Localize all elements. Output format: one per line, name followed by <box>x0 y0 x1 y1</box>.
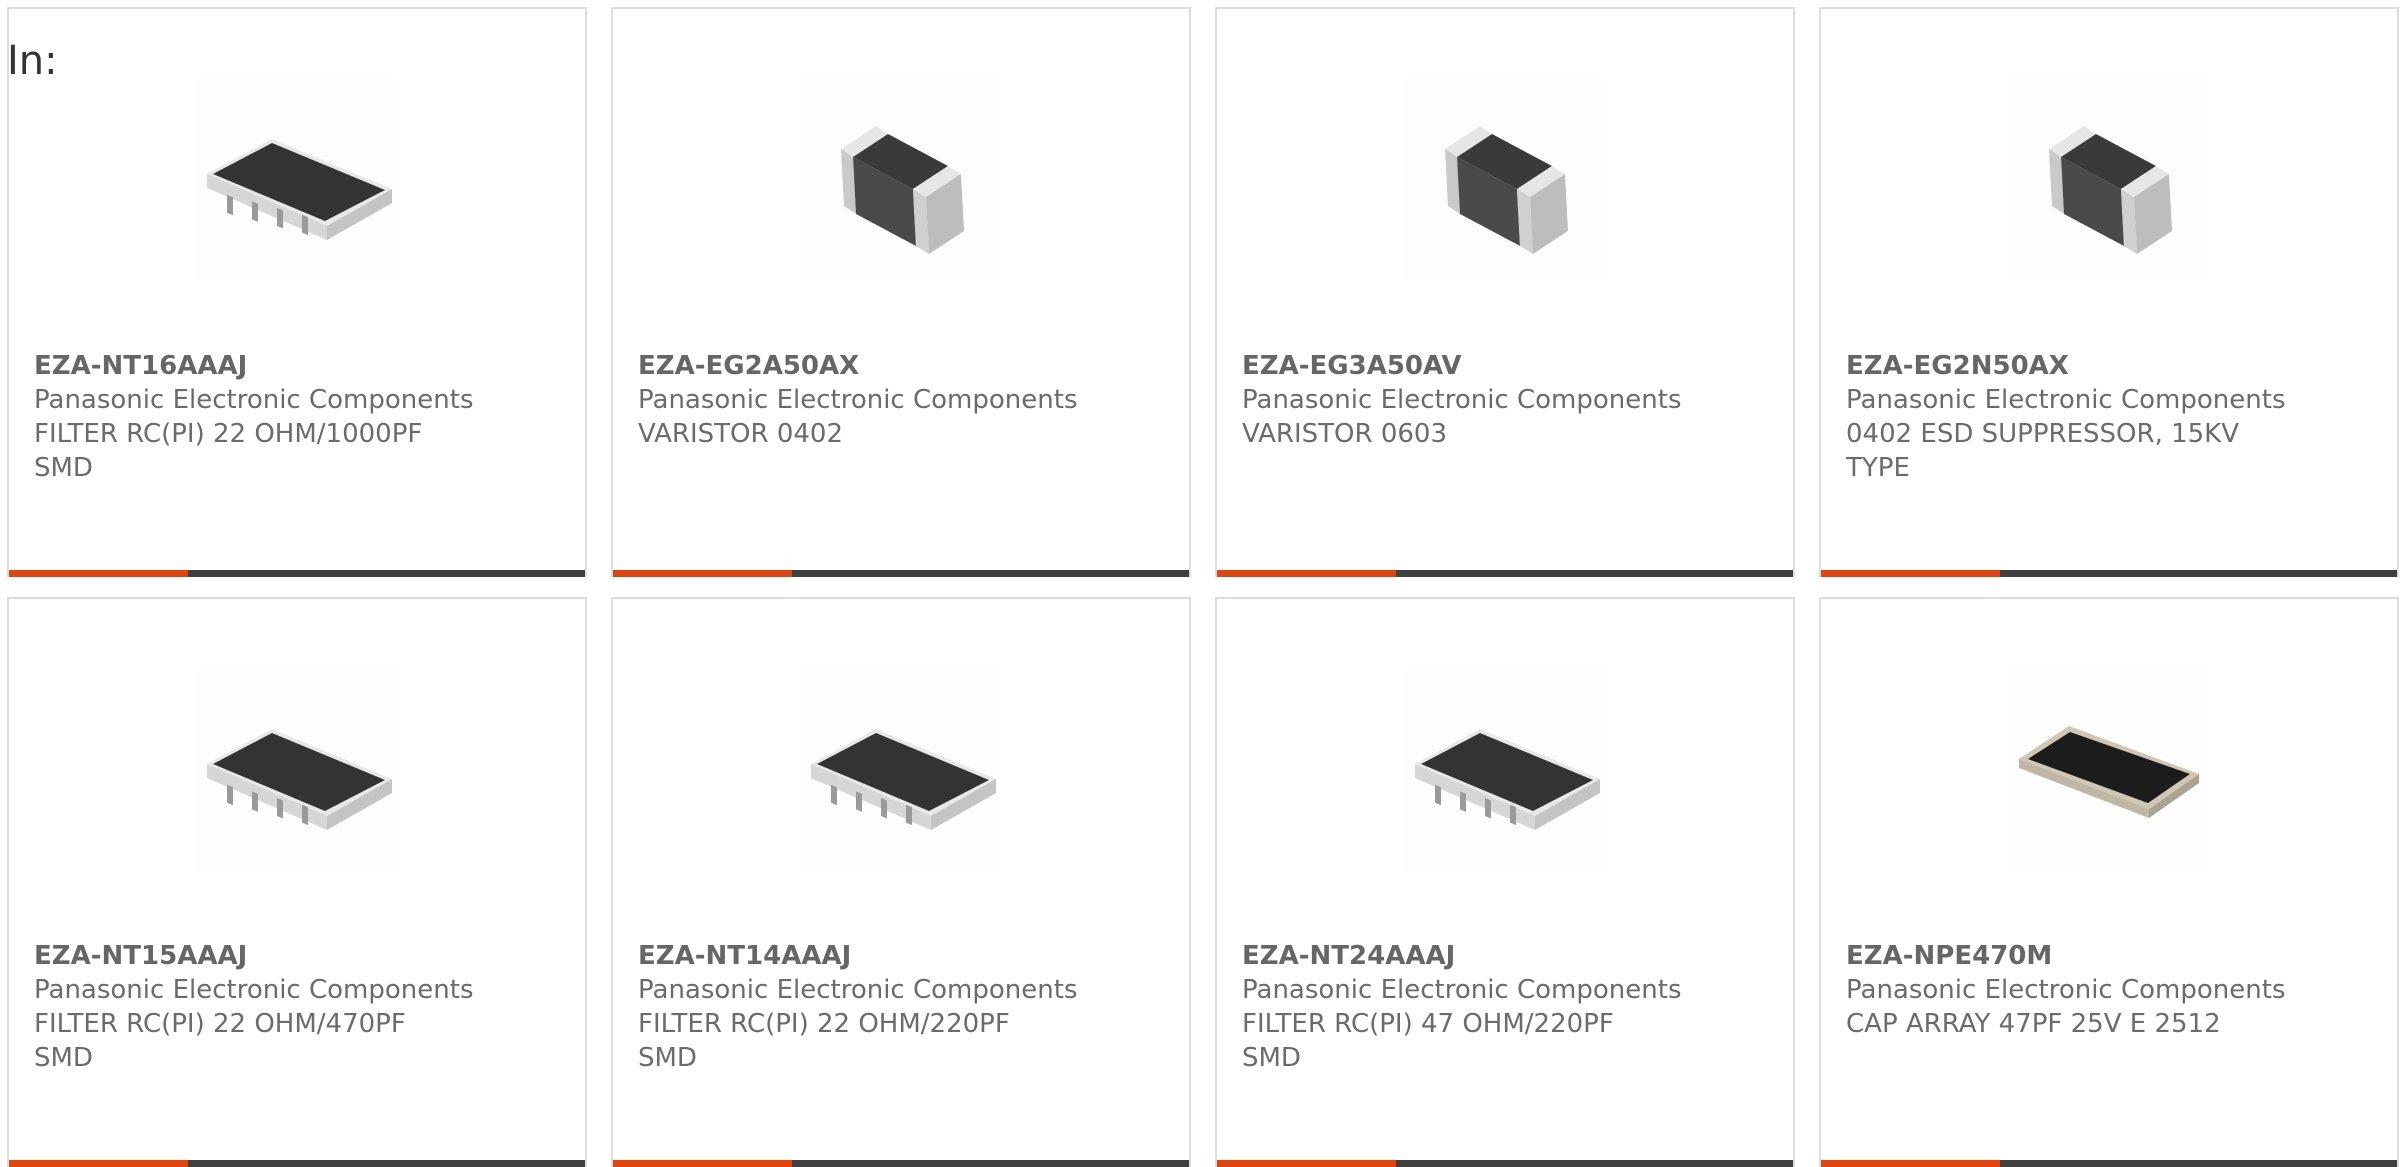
card-accent-bar <box>9 570 188 577</box>
page: In: EZA-NT16AAAJ Panasonic Electronic Co… <box>0 0 2400 1167</box>
product-image[interactable] <box>1405 669 1605 869</box>
product-card[interactable]: EZA-NPE470M Panasonic Electronic Compone… <box>1819 597 2399 1167</box>
description: FILTER RC(PI) 22 OHM/220PF SMD <box>638 1009 1010 1073</box>
part-number-link[interactable]: EZA-EG2N50AX <box>1846 349 2346 383</box>
product-info: EZA-EG2A50AX Panasonic Electronic Compon… <box>638 349 1138 451</box>
filter-label: In: <box>7 38 58 84</box>
description: FILTER RC(PI) 47 OHM/220PF SMD <box>1242 1009 1614 1073</box>
card-bottom-bar <box>1217 1160 1793 1167</box>
filter-array-chip-icon <box>197 704 397 834</box>
card-accent-bar <box>1217 570 1396 577</box>
card-bottom-bar <box>613 1160 1189 1167</box>
product-image[interactable] <box>801 79 1001 279</box>
chip-component-icon <box>1420 104 1590 254</box>
product-info: EZA-EG2N50AX Panasonic Electronic Compon… <box>1846 349 2346 485</box>
filter-array-chip-icon <box>1405 704 1605 834</box>
product-info: EZA-NT14AAAJ Panasonic Electronic Compon… <box>638 939 1138 1075</box>
manufacturer: Panasonic Electronic Components <box>1846 385 2286 415</box>
product-card[interactable]: EZA-NT15AAAJ Panasonic Electronic Compon… <box>7 597 587 1167</box>
product-info: EZA-NT24AAAJ Panasonic Electronic Compon… <box>1242 939 1742 1075</box>
card-accent-bar <box>9 1160 188 1167</box>
cap-array-chip-icon <box>2014 714 2204 824</box>
description: VARISTOR 0603 <box>1242 419 1447 449</box>
card-accent-bar <box>613 570 792 577</box>
product-card[interactable]: EZA-EG2A50AX Panasonic Electronic Compon… <box>611 7 1191 577</box>
product-info: EZA-NT15AAAJ Panasonic Electronic Compon… <box>34 939 534 1075</box>
manufacturer: Panasonic Electronic Components <box>1242 385 1682 415</box>
part-number-link[interactable]: EZA-EG3A50AV <box>1242 349 1742 383</box>
product-info: EZA-NT16AAAJ Panasonic Electronic Compon… <box>34 349 534 485</box>
card-bottom-bar <box>1821 1160 2397 1167</box>
card-accent-bar <box>613 1160 792 1167</box>
chip-component-icon <box>2024 104 2194 254</box>
description: VARISTOR 0402 <box>638 419 843 449</box>
part-number-link[interactable]: EZA-NT16AAAJ <box>34 349 534 383</box>
card-bottom-bar <box>613 570 1189 577</box>
product-image[interactable] <box>2009 669 2209 869</box>
manufacturer: Panasonic Electronic Components <box>638 975 1078 1005</box>
manufacturer: Panasonic Electronic Components <box>638 385 1078 415</box>
chip-component-icon <box>816 104 986 254</box>
description: 0402 ESD SUPPRESSOR, 15KV TYPE <box>1846 419 2240 483</box>
card-accent-bar <box>1821 1160 2000 1167</box>
manufacturer: Panasonic Electronic Components <box>34 975 474 1005</box>
product-image[interactable] <box>801 669 1001 869</box>
part-number-link[interactable]: EZA-NT24AAAJ <box>1242 939 1742 973</box>
card-bottom-bar <box>9 1160 585 1167</box>
product-image[interactable] <box>2009 79 2209 279</box>
product-card[interactable]: EZA-NT16AAAJ Panasonic Electronic Compon… <box>7 7 587 577</box>
description: FILTER RC(PI) 22 OHM/470PF SMD <box>34 1009 406 1073</box>
part-number-link[interactable]: EZA-NT15AAAJ <box>34 939 534 973</box>
part-number-link[interactable]: EZA-EG2A50AX <box>638 349 1138 383</box>
product-info: EZA-NPE470M Panasonic Electronic Compone… <box>1846 939 2346 1041</box>
filter-array-chip-icon <box>197 114 397 244</box>
card-accent-bar <box>1217 1160 1396 1167</box>
card-bottom-bar <box>1217 570 1793 577</box>
manufacturer: Panasonic Electronic Components <box>1846 975 2286 1005</box>
card-bottom-bar <box>1821 570 2397 577</box>
description: CAP ARRAY 47PF 25V E 2512 <box>1846 1009 2221 1039</box>
product-card[interactable]: EZA-EG3A50AV Panasonic Electronic Compon… <box>1215 7 1795 577</box>
description: FILTER RC(PI) 22 OHM/1000PF SMD <box>34 419 423 483</box>
filter-array-chip-icon <box>801 704 1001 834</box>
product-image[interactable] <box>197 79 397 279</box>
product-grid: EZA-NT16AAAJ Panasonic Electronic Compon… <box>7 7 2400 1167</box>
product-image[interactable] <box>197 669 397 869</box>
manufacturer: Panasonic Electronic Components <box>34 385 474 415</box>
product-card[interactable]: EZA-EG2N50AX Panasonic Electronic Compon… <box>1819 7 2399 577</box>
product-info: EZA-EG3A50AV Panasonic Electronic Compon… <box>1242 349 1742 451</box>
manufacturer: Panasonic Electronic Components <box>1242 975 1682 1005</box>
product-image[interactable] <box>1405 79 1605 279</box>
card-bottom-bar <box>9 570 585 577</box>
product-card[interactable]: EZA-NT24AAAJ Panasonic Electronic Compon… <box>1215 597 1795 1167</box>
part-number-link[interactable]: EZA-NPE470M <box>1846 939 2346 973</box>
card-accent-bar <box>1821 570 2000 577</box>
part-number-link[interactable]: EZA-NT14AAAJ <box>638 939 1138 973</box>
product-card[interactable]: EZA-NT14AAAJ Panasonic Electronic Compon… <box>611 597 1191 1167</box>
